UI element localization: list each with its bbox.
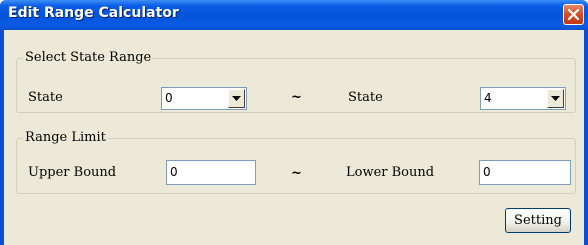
range-limit-separator: ~ bbox=[291, 166, 302, 181]
close-icon bbox=[567, 8, 580, 21]
state-from-value: 0 bbox=[165, 91, 173, 105]
upper-bound-label: Upper Bound bbox=[28, 165, 117, 180]
upper-bound-input[interactable]: 0 bbox=[166, 160, 256, 185]
state-to-dropdown-button[interactable] bbox=[547, 89, 564, 108]
state-range-separator: ~ bbox=[291, 90, 302, 105]
range-limit-group-title: Range Limit bbox=[23, 130, 108, 145]
state-to-label: State bbox=[348, 90, 383, 105]
chevron-down-icon bbox=[551, 95, 560, 101]
lower-bound-input[interactable]: 0 bbox=[479, 160, 571, 185]
state-from-select[interactable]: 0 bbox=[161, 87, 247, 110]
title-bar[interactable]: Edit Range Calculator bbox=[0, 0, 588, 30]
state-range-group-title: Select State Range bbox=[23, 50, 154, 65]
dialog-window: Edit Range Calculator Select State Range… bbox=[0, 0, 588, 245]
lower-bound-label: Lower Bound bbox=[346, 165, 435, 180]
upper-bound-value: 0 bbox=[170, 165, 178, 179]
state-from-label: State bbox=[28, 90, 63, 105]
close-button[interactable] bbox=[563, 4, 584, 25]
lower-bound-value: 0 bbox=[483, 165, 491, 179]
window-title: Edit Range Calculator bbox=[8, 5, 179, 21]
state-to-value: 4 bbox=[484, 91, 492, 105]
state-to-select[interactable]: 4 bbox=[480, 87, 566, 110]
chevron-down-icon bbox=[232, 95, 241, 101]
setting-button[interactable]: Setting bbox=[505, 208, 571, 233]
state-from-dropdown-button[interactable] bbox=[228, 89, 245, 108]
dialog-client-area: Select State Range State 0 ~ State 4 Ran… bbox=[4, 30, 584, 245]
